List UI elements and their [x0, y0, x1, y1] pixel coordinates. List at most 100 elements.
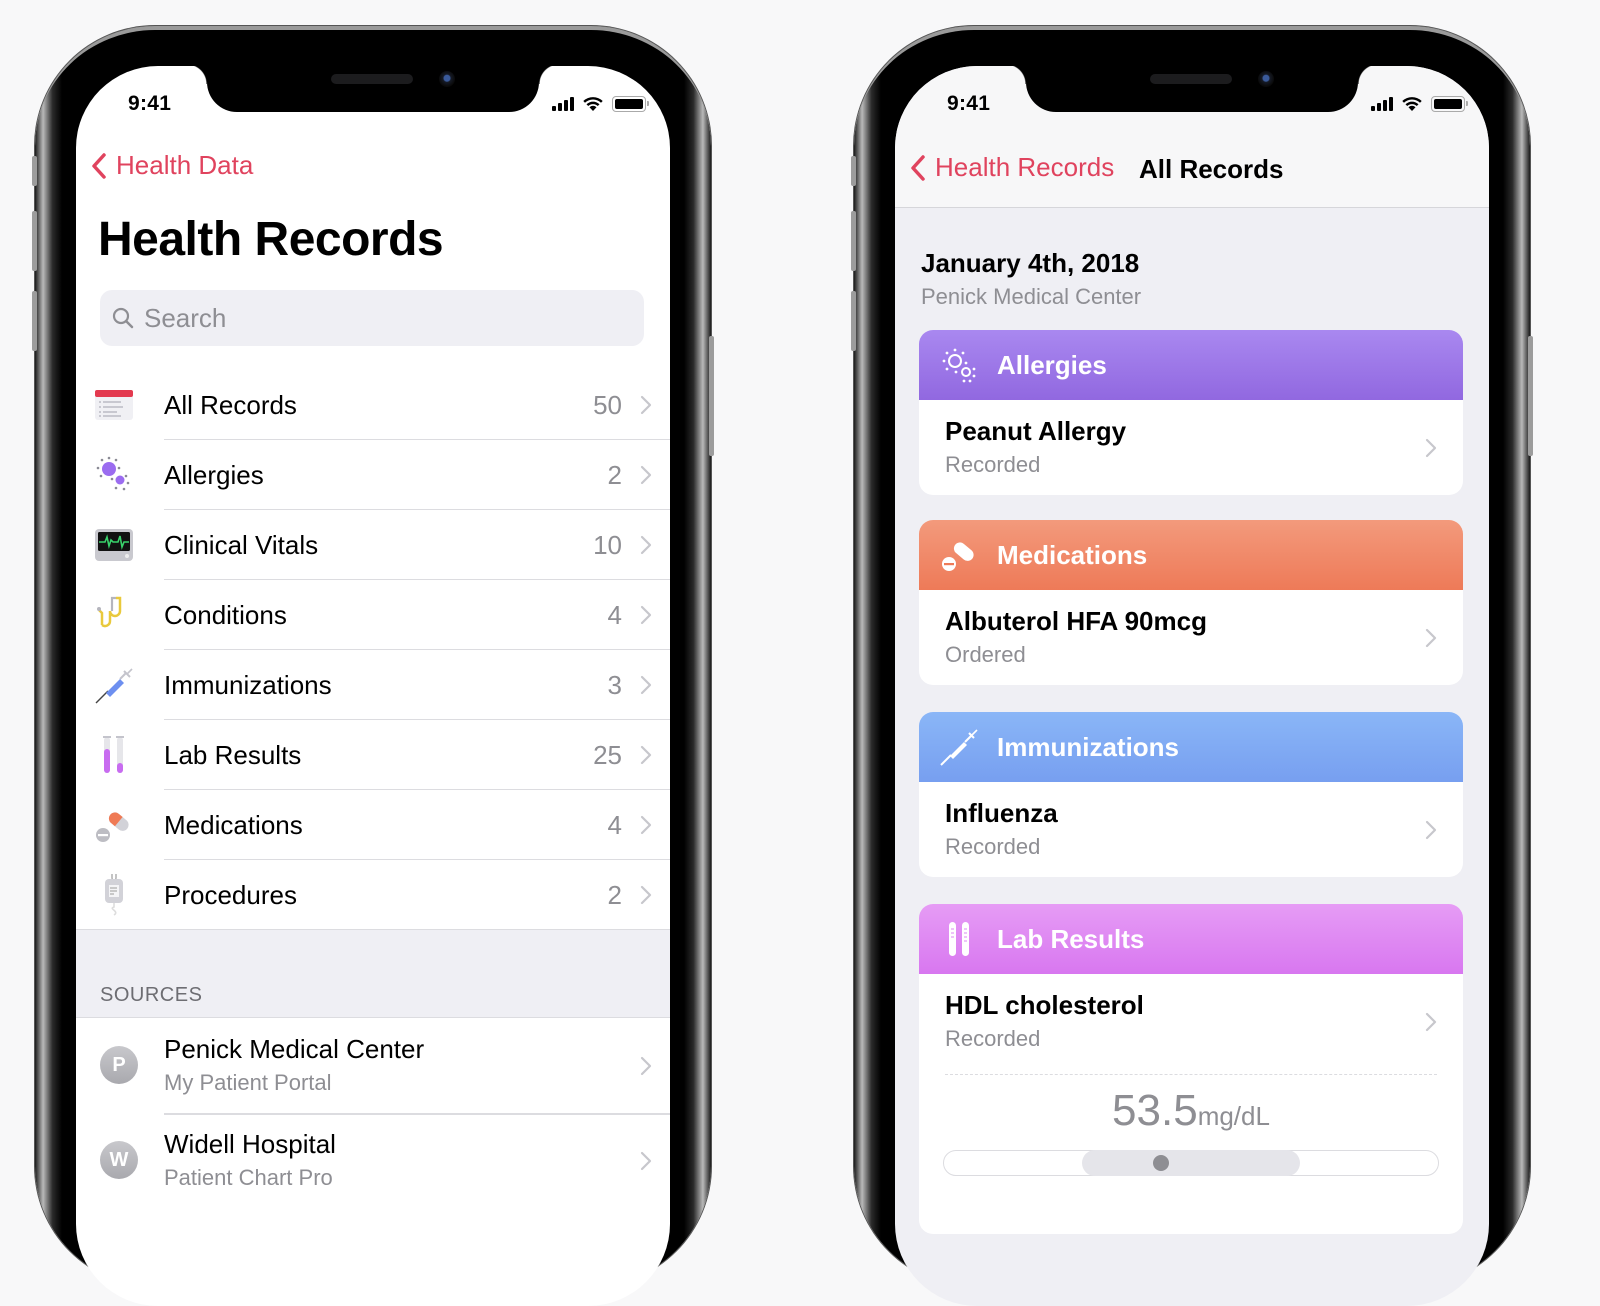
record-status: Recorded [945, 834, 1041, 859]
chevron-right-icon [640, 815, 652, 835]
back-label: Health Records [935, 152, 1115, 182]
card-body: Influenza Recorded [919, 782, 1463, 877]
search-input[interactable] [144, 302, 614, 334]
sources-header-label: SOURCES [100, 984, 203, 1006]
source-avatar: P [100, 1046, 138, 1084]
nav-title: All Records [1139, 154, 1284, 184]
source-name: Widell Hospital [164, 1129, 336, 1159]
status-icons [552, 96, 649, 112]
wifi-icon [1402, 97, 1422, 111]
chevron-right-icon [640, 1056, 652, 1076]
front-camera [439, 71, 455, 87]
record-card-allergies[interactable]: Allergies Peanut Allergy Recorded [919, 330, 1463, 495]
phone-right: Health Records All Records 9:41 January … [851, 26, 1533, 1306]
source-row-widell[interactable]: W Widell Hospital Patient Chart Pro [76, 1113, 670, 1208]
category-label: Lab Results [164, 739, 302, 770]
card-header: Medications [919, 520, 1463, 590]
record-card-medications[interactable]: Medications Albuterol HFA 90mcg Ordered [919, 520, 1463, 685]
search-field[interactable] [100, 290, 644, 346]
status-time: 9:41 [947, 92, 991, 115]
card-category: Medications [997, 539, 1148, 570]
search-icon [112, 307, 134, 329]
screen-health-records: 9:41 Health Data Health Records All Reco… [76, 66, 670, 1306]
category-row-allergies[interactable]: Allergies 2 [76, 440, 670, 510]
battery-icon [612, 96, 649, 112]
back-label: Health Data [116, 150, 254, 180]
category-count: 4 [607, 809, 622, 840]
chevron-right-icon [640, 465, 652, 485]
status-bar: 9:41 [76, 90, 670, 120]
category-list: All Records 50 Allergies 2 Clinical Vita… [76, 370, 670, 930]
source-row-penick[interactable]: P Penick Medical Center My Patient Porta… [76, 1018, 670, 1113]
card-header: Lab Results [919, 904, 1463, 974]
chevron-right-icon [640, 535, 652, 555]
card-body: Peanut Allergy Recorded [919, 400, 1463, 495]
volume-down-button [32, 291, 37, 351]
category-count: 2 [607, 879, 622, 910]
test-tubes-icon [949, 922, 969, 956]
record-status: Recorded [945, 452, 1041, 477]
chevron-right-icon [640, 745, 652, 765]
record-card-immunizations[interactable]: Immunizations Influenza Recorded [919, 712, 1463, 877]
volume-down-button [851, 291, 856, 351]
category-label: Conditions [164, 599, 287, 630]
normal-range-band [1082, 1150, 1300, 1176]
chevron-right-icon [640, 1151, 652, 1171]
source-avatar: W [100, 1141, 138, 1179]
source-subtitle: Patient Chart Pro [164, 1165, 333, 1190]
pills-icon [942, 542, 974, 571]
record-provider: Penick Medical Center [921, 284, 1142, 309]
category-count: 50 [593, 389, 622, 420]
side-button [709, 336, 714, 456]
category-row-lab-results[interactable]: Lab Results 25 [76, 720, 670, 790]
chevron-right-icon [1425, 820, 1437, 840]
speaker [1150, 74, 1232, 84]
card-category: Allergies [997, 349, 1107, 380]
category-row-all-records[interactable]: All Records 50 [76, 370, 670, 440]
chevron-right-icon [640, 395, 652, 415]
record-title: Albuterol HFA 90mcg [945, 606, 1207, 636]
record-title: Influenza [945, 798, 1058, 828]
record-status: Recorded [945, 1026, 1041, 1051]
syringe-icon [940, 729, 978, 766]
dashed-divider [945, 1074, 1437, 1075]
chevron-right-icon [640, 675, 652, 695]
source-subtitle: My Patient Portal [164, 1070, 332, 1095]
clinical-vitals-icon [94, 525, 134, 565]
speaker [331, 74, 413, 84]
back-button-health-data[interactable]: Health Data [90, 150, 253, 181]
category-row-procedures[interactable]: Procedures 2 [76, 860, 670, 930]
sources-section-header: SOURCES [76, 930, 670, 1018]
mute-switch [851, 156, 856, 186]
source-name: Penick Medical Center [164, 1034, 425, 1064]
screen-all-records: Health Records All Records 9:41 January … [895, 66, 1489, 1306]
category-row-conditions[interactable]: Conditions 4 [76, 580, 670, 650]
front-camera [1258, 71, 1274, 87]
chevron-right-icon [640, 885, 652, 905]
category-count: 25 [593, 739, 622, 770]
reference-range-bar [943, 1150, 1439, 1176]
battery-icon [1431, 96, 1468, 112]
status-time: 9:41 [128, 92, 172, 115]
category-count: 4 [607, 599, 622, 630]
back-button-health-records[interactable]: Health Records [909, 152, 1114, 183]
volume-up-button [851, 211, 856, 271]
card-header: Immunizations [919, 712, 1463, 782]
mute-switch [32, 156, 37, 186]
record-card-lab-results[interactable]: Lab Results HDL cholesterol Recorded 53.… [919, 904, 1463, 1234]
lab-value: 53.5mg/dL [919, 1086, 1463, 1136]
chevron-right-icon [1425, 438, 1437, 458]
test-tubes-icon [94, 735, 134, 775]
all-records-icon [94, 385, 134, 425]
cellular-signal-icon [1371, 97, 1393, 111]
category-row-immunizations[interactable]: Immunizations 3 [76, 650, 670, 720]
card-category: Lab Results [997, 923, 1145, 954]
record-title: Peanut Allergy [945, 416, 1127, 446]
category-label: Clinical Vitals [164, 529, 319, 560]
volume-up-button [32, 211, 37, 271]
category-row-clinical-vitals[interactable]: Clinical Vitals 10 [76, 510, 670, 580]
category-row-medications[interactable]: Medications 4 [76, 790, 670, 860]
category-count: 10 [593, 529, 622, 560]
card-header: Allergies [919, 330, 1463, 400]
chevron-left-icon [92, 152, 106, 179]
